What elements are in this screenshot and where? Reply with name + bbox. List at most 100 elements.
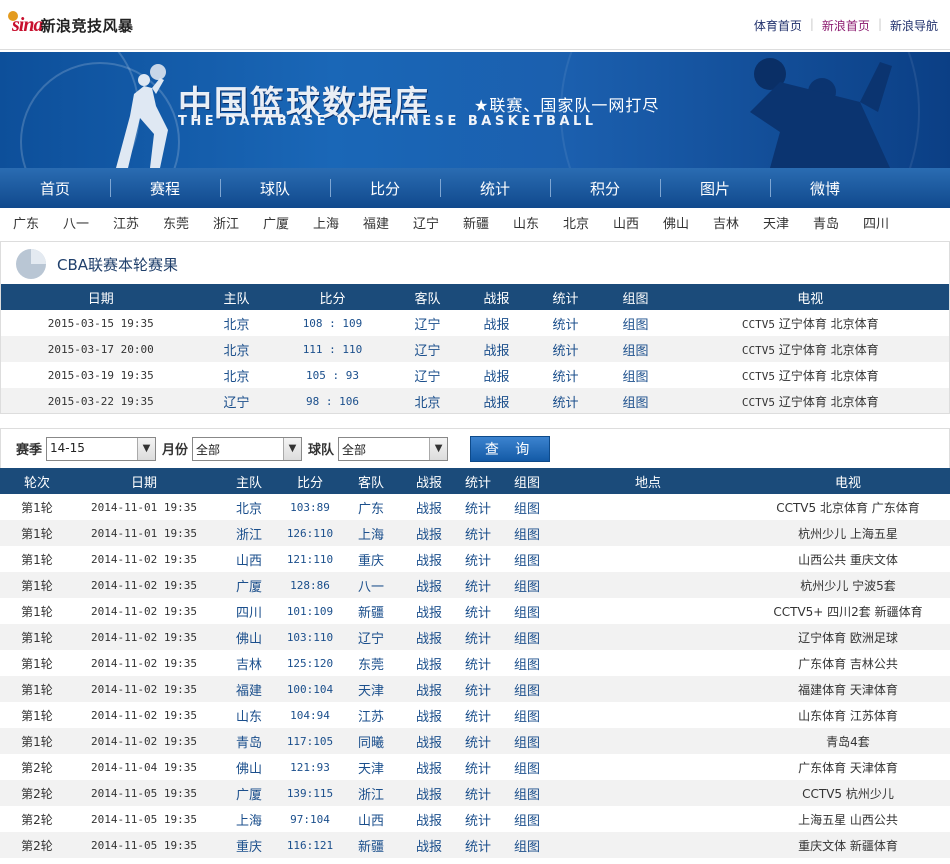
stats-link[interactable]: 统计 bbox=[465, 814, 491, 829]
home-team-link[interactable]: 佛山 bbox=[236, 762, 262, 777]
report-link[interactable]: 战报 bbox=[416, 736, 442, 751]
score-link[interactable]: 103:89 bbox=[290, 501, 330, 514]
stats-link[interactable]: 统计 bbox=[552, 370, 578, 385]
report-link[interactable]: 战报 bbox=[416, 762, 442, 777]
photos-link[interactable]: 组图 bbox=[514, 762, 540, 777]
report-link[interactable]: 战报 bbox=[416, 710, 442, 725]
team-link[interactable]: 浙江 bbox=[213, 208, 263, 242]
report-link[interactable]: 战报 bbox=[416, 788, 442, 803]
away-team-link[interactable]: 天津 bbox=[358, 762, 384, 777]
stats-link[interactable]: 统计 bbox=[465, 632, 491, 647]
stats-link[interactable]: 统计 bbox=[465, 658, 491, 673]
score-link[interactable]: 121:110 bbox=[287, 553, 333, 566]
stats-link[interactable]: 统计 bbox=[465, 710, 491, 725]
stats-link[interactable]: 统计 bbox=[465, 554, 491, 569]
score-link[interactable]: 126:110 bbox=[287, 527, 333, 540]
score-link[interactable]: 117:105 bbox=[287, 735, 333, 748]
stats-link[interactable]: 统计 bbox=[465, 684, 491, 699]
photos-link[interactable]: 组图 bbox=[514, 658, 540, 673]
chevron-down-icon[interactable]: ▼ bbox=[283, 437, 302, 460]
report-link[interactable]: 战报 bbox=[416, 684, 442, 699]
report-link[interactable]: 战报 bbox=[483, 318, 509, 333]
home-team-link[interactable]: 北京 bbox=[223, 370, 249, 385]
score-link[interactable]: 111 : 110 bbox=[303, 343, 363, 356]
stats-link[interactable]: 统计 bbox=[552, 344, 578, 359]
away-team-link[interactable]: 江苏 bbox=[358, 710, 384, 725]
sina-logo[interactable]: sina 新浪竞技风暴 bbox=[8, 11, 133, 38]
score-link[interactable]: 97:104 bbox=[290, 813, 330, 826]
photos-link[interactable]: 组图 bbox=[514, 814, 540, 829]
away-team-link[interactable]: 八一 bbox=[358, 580, 384, 595]
home-team-link[interactable]: 上海 bbox=[236, 814, 262, 829]
team-link[interactable]: 吉林 bbox=[713, 208, 763, 242]
report-link[interactable]: 战报 bbox=[416, 606, 442, 621]
photos-link[interactable]: 组图 bbox=[514, 788, 540, 803]
away-team-link[interactable]: 天津 bbox=[358, 684, 384, 699]
home-team-link[interactable]: 辽宁 bbox=[223, 396, 249, 411]
home-team-link[interactable]: 山西 bbox=[236, 554, 262, 569]
link-sina-home[interactable]: 新浪首页 bbox=[822, 17, 870, 34]
home-team-link[interactable]: 浙江 bbox=[236, 528, 262, 543]
team-link[interactable]: 北京 bbox=[563, 208, 613, 242]
stats-link[interactable]: 统计 bbox=[465, 580, 491, 595]
month-select[interactable]: 全部 ▼ bbox=[192, 436, 303, 461]
stats-link[interactable]: 统计 bbox=[465, 762, 491, 777]
photos-link[interactable]: 组图 bbox=[514, 710, 540, 725]
team-link[interactable]: 山西 bbox=[613, 208, 663, 242]
away-team-link[interactable]: 新疆 bbox=[358, 840, 384, 855]
team-select[interactable]: 全部 ▼ bbox=[338, 436, 449, 461]
stats-link[interactable]: 统计 bbox=[465, 788, 491, 803]
query-button[interactable]: 查 询 bbox=[470, 435, 551, 462]
photos-link[interactable]: 组图 bbox=[514, 528, 540, 543]
report-link[interactable]: 战报 bbox=[416, 632, 442, 647]
nav-stats[interactable]: 统计 bbox=[440, 168, 550, 208]
score-link[interactable]: 98 : 106 bbox=[306, 395, 359, 408]
report-link[interactable]: 战报 bbox=[416, 580, 442, 595]
photos-link[interactable]: 组图 bbox=[514, 606, 540, 621]
home-team-link[interactable]: 广厦 bbox=[236, 580, 262, 595]
chevron-down-icon[interactable]: ▼ bbox=[137, 437, 156, 460]
team-link[interactable]: 天津 bbox=[763, 208, 813, 242]
photos-link[interactable]: 组图 bbox=[514, 840, 540, 855]
away-team-link[interactable]: 辽宁 bbox=[414, 344, 440, 359]
nav-teams[interactable]: 球队 bbox=[220, 168, 330, 208]
score-link[interactable]: 100:104 bbox=[287, 683, 333, 696]
photos-link[interactable]: 组图 bbox=[622, 370, 648, 385]
photos-link[interactable]: 组图 bbox=[514, 502, 540, 517]
team-link[interactable]: 八一 bbox=[63, 208, 113, 242]
away-team-link[interactable]: 新疆 bbox=[358, 606, 384, 621]
home-team-link[interactable]: 佛山 bbox=[236, 632, 262, 647]
away-team-link[interactable]: 辽宁 bbox=[414, 370, 440, 385]
score-link[interactable]: 103:110 bbox=[287, 631, 333, 644]
report-link[interactable]: 战报 bbox=[416, 814, 442, 829]
score-link[interactable]: 101:109 bbox=[287, 605, 333, 618]
report-link[interactable]: 战报 bbox=[416, 840, 442, 855]
team-link[interactable]: 四川 bbox=[863, 208, 913, 242]
away-team-link[interactable]: 浙江 bbox=[358, 788, 384, 803]
nav-schedule[interactable]: 赛程 bbox=[110, 168, 220, 208]
report-link[interactable]: 战报 bbox=[416, 502, 442, 517]
team-link[interactable]: 山东 bbox=[513, 208, 563, 242]
score-link[interactable]: 121:93 bbox=[290, 761, 330, 774]
score-link[interactable]: 105 : 93 bbox=[306, 369, 359, 382]
home-team-link[interactable]: 青岛 bbox=[236, 736, 262, 751]
chevron-down-icon[interactable]: ▼ bbox=[429, 437, 448, 460]
team-link[interactable]: 辽宁 bbox=[413, 208, 463, 242]
photos-link[interactable]: 组图 bbox=[514, 632, 540, 647]
nav-standings[interactable]: 积分 bbox=[550, 168, 660, 208]
photos-link[interactable]: 组图 bbox=[514, 736, 540, 751]
stats-link[interactable]: 统计 bbox=[465, 528, 491, 543]
stats-link[interactable]: 统计 bbox=[465, 736, 491, 751]
home-team-link[interactable]: 北京 bbox=[236, 502, 262, 517]
nav-scores[interactable]: 比分 bbox=[330, 168, 440, 208]
team-link[interactable]: 江苏 bbox=[113, 208, 163, 242]
home-team-link[interactable]: 北京 bbox=[223, 318, 249, 333]
away-team-link[interactable]: 重庆 bbox=[358, 554, 384, 569]
score-link[interactable]: 116:121 bbox=[287, 839, 333, 852]
report-link[interactable]: 战报 bbox=[483, 396, 509, 411]
photos-link[interactable]: 组图 bbox=[514, 580, 540, 595]
score-link[interactable]: 104:94 bbox=[290, 709, 330, 722]
stats-link[interactable]: 统计 bbox=[465, 840, 491, 855]
team-link[interactable]: 佛山 bbox=[663, 208, 713, 242]
nav-weibo[interactable]: 微博 bbox=[770, 168, 880, 208]
